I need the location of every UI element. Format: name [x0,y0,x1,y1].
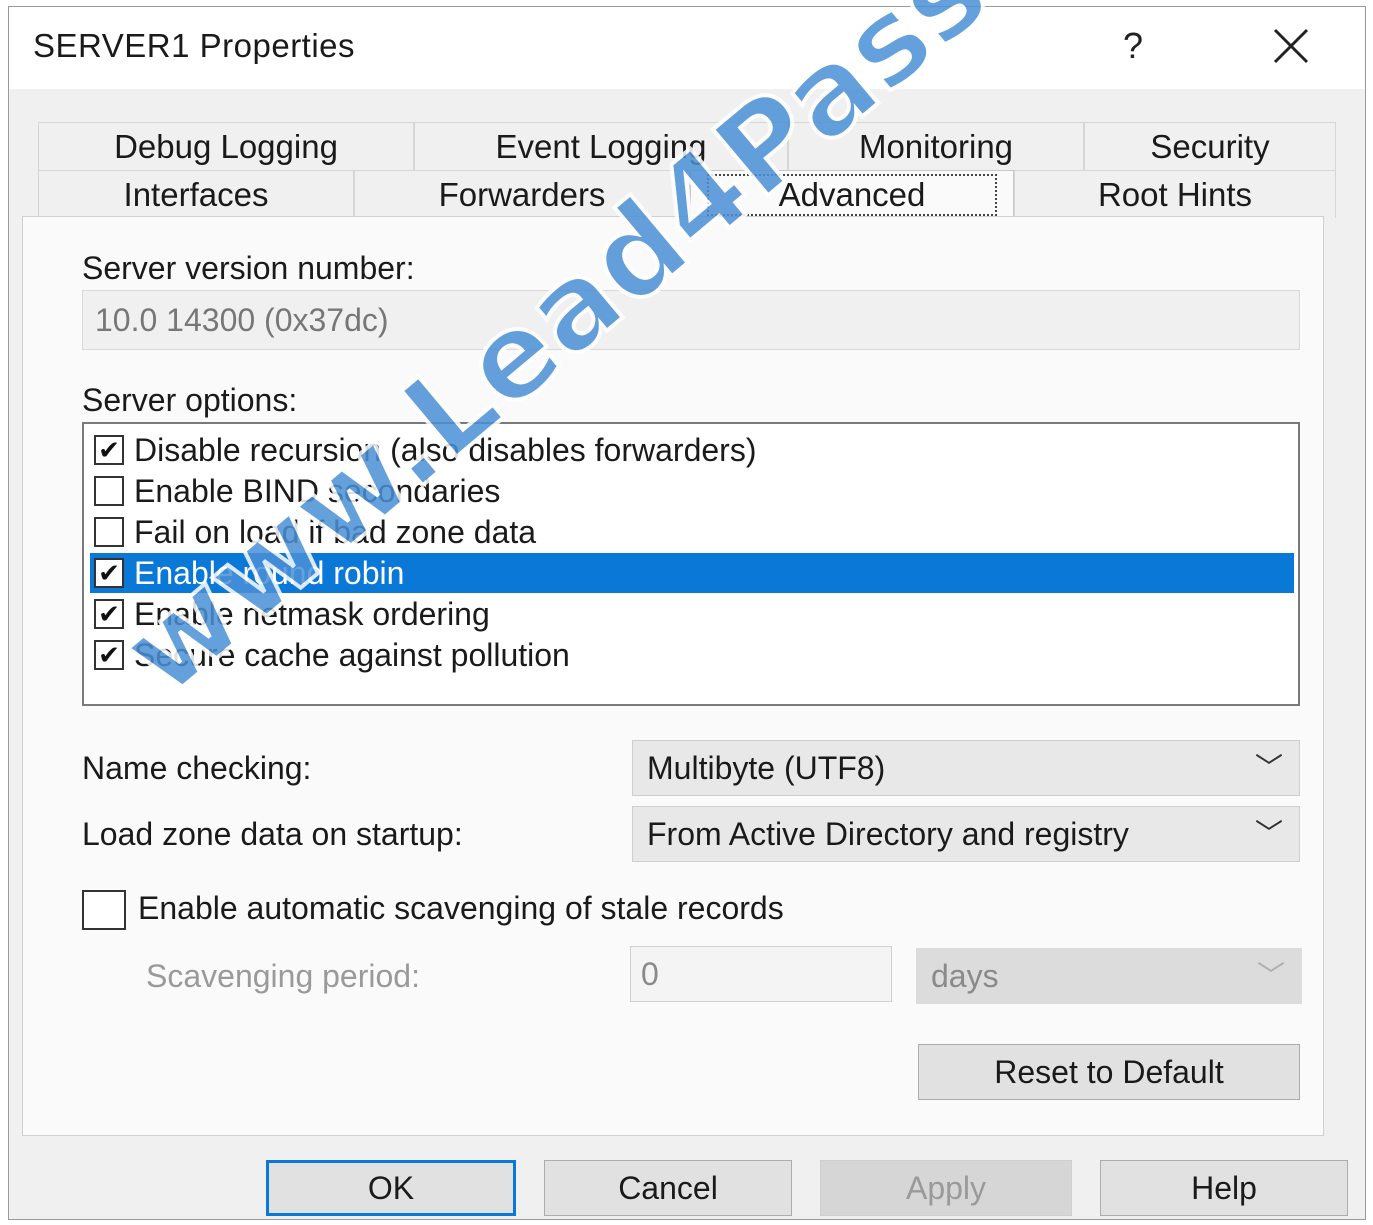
help-title-button[interactable]: ? [1103,21,1163,71]
scavenging-label: Enable automatic scavenging of stale rec… [138,890,784,926]
dropdown-value: From Active Directory and registry [647,816,1129,852]
tab-label: Advanced [706,173,998,216]
reset-to-default-button[interactable]: Reset to Default [918,1044,1300,1100]
dialog-title: SERVER1 Properties [33,27,356,64]
apply-button[interactable]: Apply [820,1160,1072,1216]
option-disable-recursion[interactable]: ✔ Disable recursion (also disables forwa… [90,430,1294,470]
server-options-label: Server options: [82,382,298,418]
cancel-button[interactable]: Cancel [544,1160,792,1216]
load-zone-label: Load zone data on startup: [82,816,463,852]
close-button[interactable] [1261,21,1321,71]
option-enable-netmask-ordering[interactable]: ✔ Enable netmask ordering [90,594,1294,634]
option-enable-bind-secondaries[interactable]: Enable BIND secondaries [90,471,1294,511]
checkbox[interactable] [94,476,124,506]
scavenging-period-input[interactable]: 0 [630,946,892,1002]
ok-button[interactable]: OK [266,1160,516,1216]
option-label: Enable BIND secondaries [134,472,501,509]
server-options-list[interactable]: ✔ Disable recursion (also disables forwa… [82,422,1300,706]
server-version-field: 10.0 14300 (0x37dc) [82,290,1300,350]
tab-label: Root Hints [1097,175,1253,213]
tab-advanced[interactable]: Advanced [690,170,1014,218]
option-enable-round-robin[interactable]: ✔ Enable round robin [90,553,1294,593]
chevron-down-icon: ﹀ [1256,960,1285,991]
checkbox[interactable]: ✔ [94,558,124,588]
tab-debug-logging[interactable]: Debug Logging [38,122,414,170]
server-version-label: Server version number: [82,250,415,286]
checkbox[interactable]: ✔ [94,435,124,465]
scavenging-checkbox[interactable] [82,890,126,930]
tab-forwarders[interactable]: Forwarders [354,170,690,218]
tab-label: Forwarders [438,175,606,213]
option-label: Enable netmask ordering [134,595,490,632]
dropdown-value: Multibyte (UTF8) [647,750,886,786]
tab-label: Interfaces [123,175,269,213]
tab-interfaces[interactable]: Interfaces [38,170,354,218]
title-bar: SERVER1 Properties ? [9,7,1365,89]
option-label: Secure cache against pollution [134,636,570,673]
close-icon [1273,28,1309,64]
chevron-down-icon: ﹀ [1254,752,1283,783]
name-checking-label: Name checking: [82,750,312,786]
tab-root-hints[interactable]: Root Hints [1014,170,1336,218]
chevron-down-icon: ﹀ [1254,818,1283,849]
checkbox[interactable]: ✔ [94,599,124,629]
scavenging-unit-dropdown[interactable]: days ﹀ [916,948,1302,1004]
option-label: Fail on load if bad zone data [134,513,537,550]
option-label: Enable round robin [134,554,405,591]
tab-label: Event Logging [495,127,707,165]
load-zone-dropdown[interactable]: From Active Directory and registry ﹀ [632,806,1300,862]
option-secure-cache[interactable]: ✔ Secure cache against pollution [90,635,1294,675]
tab-label: Security [1150,127,1270,165]
help-button[interactable]: Help [1100,1160,1348,1216]
checkbox[interactable]: ✔ [94,640,124,670]
tab-event-logging[interactable]: Event Logging [414,122,788,170]
option-fail-on-load[interactable]: Fail on load if bad zone data [90,512,1294,552]
tab-label: Debug Logging [114,127,338,165]
tab-security[interactable]: Security [1084,122,1336,170]
option-label: Disable recursion (also disables forward… [134,431,757,468]
name-checking-dropdown[interactable]: Multibyte (UTF8) ﹀ [632,740,1300,796]
tab-monitoring[interactable]: Monitoring [788,122,1084,170]
scavenging-period-label: Scavenging period: [146,958,420,994]
dropdown-value: days [931,958,999,994]
tab-label: Monitoring [858,127,1014,165]
checkbox[interactable] [94,517,124,547]
